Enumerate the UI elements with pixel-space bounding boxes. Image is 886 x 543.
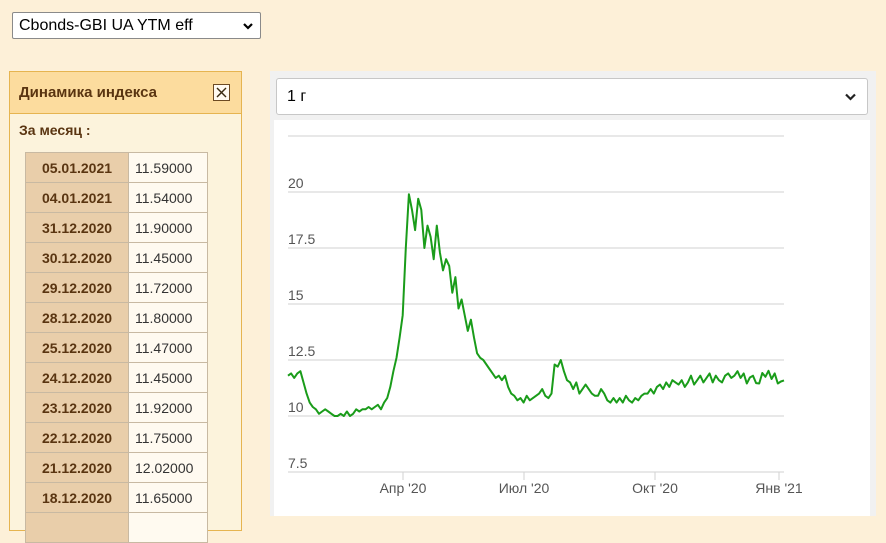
- table-row: 04.01.2021 11.54000: [25, 182, 208, 213]
- row-date: 04.01.2021: [25, 182, 129, 213]
- x-tick-label: Окт '20: [632, 480, 678, 496]
- row-value: [128, 512, 208, 543]
- row-date: 21.12.2020: [25, 452, 129, 483]
- row-date: 31.12.2020: [25, 212, 129, 243]
- table-row: 05.01.2021 11.59000: [25, 152, 208, 183]
- row-value: 11.47000: [128, 332, 208, 363]
- row-value: 11.92000: [128, 392, 208, 423]
- row-value: 11.65000: [128, 482, 208, 513]
- row-value: 11.59000: [128, 152, 208, 183]
- close-button[interactable]: [213, 84, 230, 101]
- index-select[interactable]: Cbonds-GBI UA YTM eff: [12, 12, 261, 39]
- x-tick-label: Июл '20: [499, 480, 550, 496]
- table-row: 22.12.2020 11.75000: [25, 422, 208, 453]
- table-row: 18.12.2020 11.65000: [25, 482, 208, 513]
- row-date: 29.12.2020: [25, 272, 129, 303]
- row-value: 11.45000: [128, 362, 208, 393]
- row-date: 30.12.2020: [25, 242, 129, 273]
- y-tick-label: 15: [288, 287, 304, 303]
- row-date: 24.12.2020: [25, 362, 129, 393]
- row-date: 25.12.2020: [25, 332, 129, 363]
- chevron-down-icon: [845, 93, 856, 101]
- chart-card: 7.5 10 12.5 15 17.5 20 Апр '20 Июл '20 Окт '20 Ян…: [274, 120, 870, 516]
- row-value: 11.45000: [128, 242, 208, 273]
- period-select-value: 1 г: [287, 87, 307, 105]
- table-row: [25, 512, 208, 543]
- row-date: 22.12.2020: [25, 422, 129, 453]
- x-tick-label: Янв '21: [755, 480, 803, 496]
- table-row: 24.12.2020 11.45000: [25, 362, 208, 393]
- chevron-down-icon: [243, 22, 253, 30]
- table-row: 23.12.2020 11.92000: [25, 392, 208, 423]
- table-row: 21.12.2020 12.02000: [25, 452, 208, 483]
- row-value: 11.90000: [128, 212, 208, 243]
- x-tick-label: Апр '20: [380, 480, 427, 496]
- table-row: 28.12.2020 11.80000: [25, 302, 208, 333]
- period-select[interactable]: 1 г: [276, 78, 868, 115]
- series-line: [287, 193, 785, 417]
- table-row: 25.12.2020 11.47000: [25, 332, 208, 363]
- row-date: 23.12.2020: [25, 392, 129, 423]
- y-tick-label: 17.5: [288, 231, 315, 247]
- row-value: 11.72000: [128, 272, 208, 303]
- rates-table: 05.01.2021 11.59000 04.01.2021 11.54000 31.1…: [25, 152, 208, 543]
- table-row: 29.12.2020 11.72000: [25, 272, 208, 303]
- y-tick-label: 10: [288, 399, 304, 415]
- panel-header: Динамика индекса: [10, 72, 241, 114]
- row-value: 11.80000: [128, 302, 208, 333]
- month-label: За месяц :: [19, 122, 91, 138]
- y-tick-label: 20: [288, 175, 304, 191]
- y-tick-label: 7.5: [288, 455, 308, 471]
- table-row: 31.12.2020 11.90000: [25, 212, 208, 243]
- row-date: 28.12.2020: [25, 302, 129, 333]
- index-dynamics-panel: Динамика индекса За месяц : 05.01.2021 11…: [9, 71, 242, 543]
- y-tick-label: 12.5: [288, 343, 315, 359]
- row-value: 11.54000: [128, 182, 208, 213]
- table-row: 30.12.2020 11.45000: [25, 242, 208, 273]
- panel-title: Динамика индекса: [19, 84, 157, 101]
- row-date: 18.12.2020: [25, 482, 129, 513]
- row-value: 11.75000: [128, 422, 208, 453]
- close-icon: [216, 87, 227, 98]
- index-select-value: Cbonds-GBI UA YTM eff: [19, 16, 193, 34]
- row-date: [25, 512, 129, 543]
- row-date: 05.01.2021: [25, 152, 129, 183]
- row-value: 12.02000: [128, 452, 208, 483]
- index-line-chart: 7.5 10 12.5 15 17.5 20 Апр '20 Июл '20 Окт '20 Ян…: [287, 135, 803, 496]
